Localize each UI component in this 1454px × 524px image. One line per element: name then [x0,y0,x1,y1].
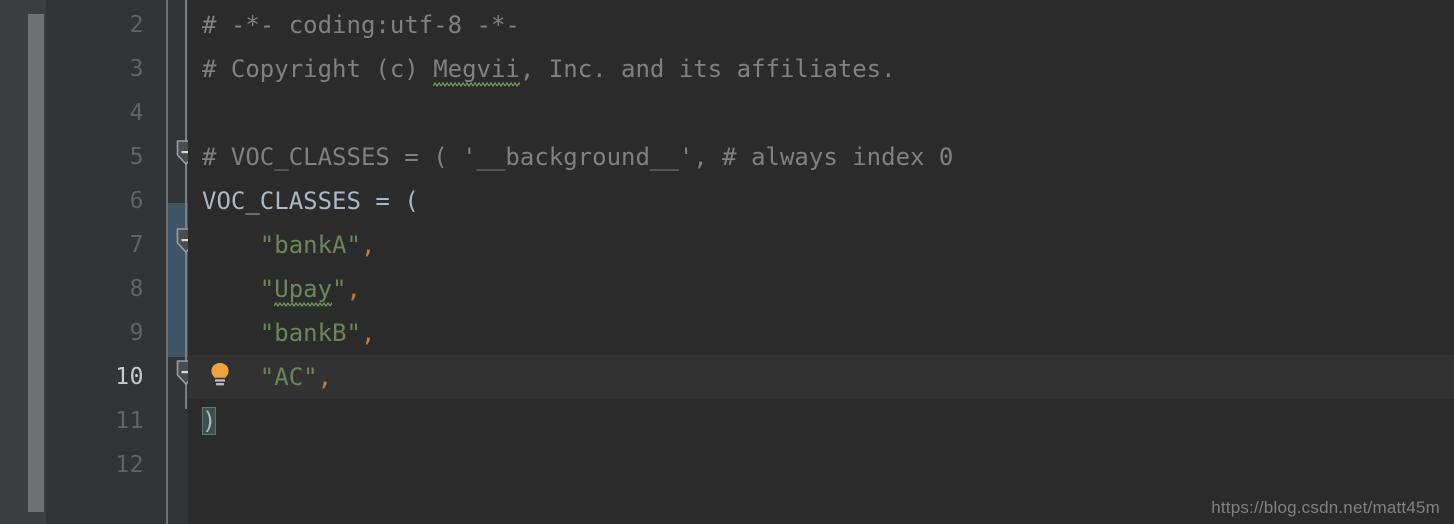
token-comma: , [317,363,333,391]
token-string: "AC" [259,363,318,391]
token-string: " [259,275,275,303]
code-line-6[interactable]: VOC_CLASSES = ( [202,179,419,223]
line-number-11: 11 [115,408,144,434]
token-comment-misspelled: Megvii [433,47,520,91]
code-line-9[interactable]: "bankB", [202,311,376,355]
line-number-3: 3 [129,56,144,82]
scrollbar-thumb[interactable] [28,14,44,512]
code-fold-column[interactable] [166,0,196,524]
token-comma: , [346,275,361,303]
line-number-gutter: 2 3 4 5 6 7 8 9 10 11 12 [46,0,166,524]
token-string: " [332,275,347,303]
line-number-10: 10 [115,364,144,390]
line-number-9: 9 [129,320,144,346]
token-brace-match: ) [202,407,217,435]
line-number-5: 5 [129,144,144,170]
line-number-4: 4 [129,100,144,126]
line-number-12: 12 [115,452,144,478]
token-comment: # VOC_CLASSES = ( '__background__', # al… [202,143,954,171]
token-comma: , [360,231,376,259]
token-string-misspelled: Upay [274,267,332,311]
editor-vertical-scrollbar[interactable] [0,0,46,524]
token-string: "bankB" [259,319,361,347]
fold-guide-line [185,0,187,409]
token-paren: ( [404,187,419,215]
token-comment: # Copyright (c) [202,55,434,83]
line-number-6: 6 [129,188,144,214]
gutter-separator [166,0,168,524]
token-string: "bankA" [259,231,361,259]
code-line-5[interactable]: # VOC_CLASSES = ( '__background__', # al… [202,135,953,179]
code-line-11[interactable]: ) [202,399,217,443]
token-op: = [360,187,405,215]
token-ident: VOC_CLASSES [202,187,361,215]
code-text-area[interactable]: # -*- coding:utf-8 -*- # Copyright (c) Me… [188,0,1454,524]
token-comment: , Inc. and its affiliates. [519,55,896,83]
code-line-2[interactable]: # -*- coding:utf-8 -*- [202,3,520,47]
line-number-7: 7 [129,232,144,258]
token-comma: , [360,319,376,347]
code-line-8[interactable]: "Upay", [202,267,361,311]
current-line-highlight [188,355,1454,399]
token-comment: # -*- coding:utf-8 -*- [202,11,520,39]
code-line-3[interactable]: # Copyright (c) Megvii, Inc. and its aff… [202,47,896,91]
line-number-8: 8 [129,276,144,302]
line-number-2: 2 [129,12,144,38]
lightbulb-icon[interactable] [208,361,232,389]
code-editor: 2 3 4 5 6 7 8 9 10 11 12 # -*- coding:utf-8 -*- # C… [0,0,1454,524]
code-line-7[interactable]: "bankA", [202,223,376,267]
watermark-text: https://blog.csdn.net/matt45m [1211,498,1440,517]
